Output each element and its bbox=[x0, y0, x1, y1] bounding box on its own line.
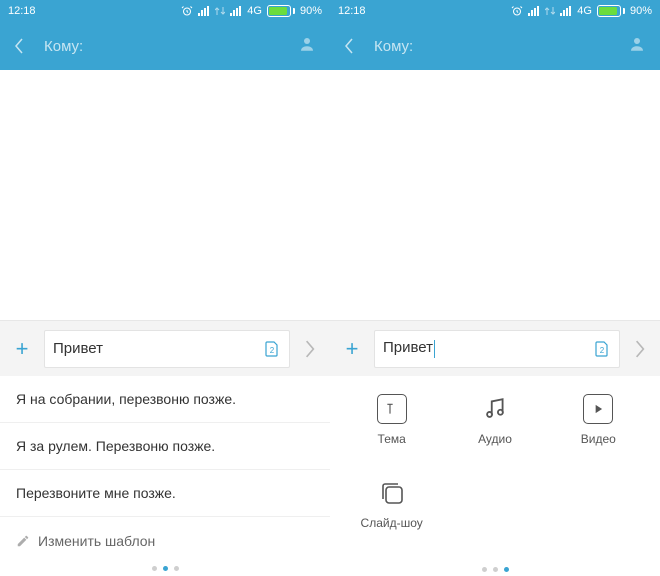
compose-header: Кому: bbox=[330, 22, 660, 70]
send-button[interactable] bbox=[630, 340, 650, 358]
add-contact-button[interactable] bbox=[628, 35, 646, 58]
phone-right: 12:18 4G 90% Кому: + Привет 2 bbox=[330, 0, 660, 576]
quick-reply-item[interactable]: Я за рулем. Перезвоню позже. bbox=[0, 423, 330, 470]
recipient-label[interactable]: Кому: bbox=[44, 38, 83, 55]
message-text: Привет bbox=[383, 339, 593, 357]
media-label: Видео bbox=[581, 432, 616, 446]
media-theme-button[interactable]: Тема bbox=[340, 394, 443, 478]
network-label: 4G bbox=[577, 5, 592, 17]
status-time: 12:18 bbox=[338, 5, 366, 17]
compose-bar: + Привет 2 bbox=[0, 320, 330, 376]
video-icon bbox=[583, 394, 613, 424]
media-label: Аудио bbox=[478, 432, 512, 446]
sim-select-icon[interactable]: 2 bbox=[593, 340, 611, 358]
back-button[interactable] bbox=[344, 38, 364, 54]
theme-icon bbox=[377, 394, 407, 424]
status-bar: 12:18 4G 90% bbox=[330, 0, 660, 22]
signal-icon-2 bbox=[230, 6, 242, 16]
recipient-label[interactable]: Кому: bbox=[374, 38, 413, 55]
media-audio-button[interactable]: Аудио bbox=[443, 394, 546, 478]
page-dot[interactable] bbox=[504, 567, 509, 572]
back-button[interactable] bbox=[14, 38, 34, 54]
phone-left: 12:18 4G 90% Кому: + Привет 2 bbox=[0, 0, 330, 576]
alarm-icon bbox=[511, 5, 523, 17]
compose-header: Кому: bbox=[0, 22, 330, 70]
conversation-area bbox=[330, 70, 660, 320]
page-dot[interactable] bbox=[493, 567, 498, 572]
quick-reply-item[interactable]: Я на собрании, перезвоню позже. bbox=[0, 376, 330, 423]
signal-icon bbox=[528, 6, 540, 16]
data-arrows-icon bbox=[215, 6, 225, 16]
audio-icon bbox=[480, 394, 510, 424]
status-time: 12:18 bbox=[8, 5, 36, 17]
battery-pct: 90% bbox=[630, 5, 652, 17]
compose-bar: + Привет 2 bbox=[330, 320, 660, 376]
alarm-icon bbox=[181, 5, 193, 17]
data-arrows-icon bbox=[545, 6, 555, 16]
svg-text:2: 2 bbox=[270, 346, 275, 355]
signal-icon-2 bbox=[560, 6, 572, 16]
message-input[interactable]: Привет 2 bbox=[44, 330, 290, 368]
page-dot[interactable] bbox=[482, 567, 487, 572]
page-dot[interactable] bbox=[152, 566, 157, 571]
page-dot[interactable] bbox=[163, 566, 168, 571]
svg-text:2: 2 bbox=[600, 346, 605, 355]
quick-reply-panel: Я на собрании, перезвоню позже. Я за рул… bbox=[0, 376, 330, 576]
attach-button[interactable]: + bbox=[10, 336, 34, 362]
signal-icon bbox=[198, 6, 210, 16]
sim-select-icon[interactable]: 2 bbox=[263, 340, 281, 358]
message-text: Привет bbox=[53, 340, 263, 357]
status-bar: 12:18 4G 90% bbox=[0, 0, 330, 22]
message-input[interactable]: Привет 2 bbox=[374, 330, 620, 368]
media-slideshow-button[interactable]: Слайд-шоу bbox=[340, 478, 443, 562]
conversation-area bbox=[0, 70, 330, 320]
send-button[interactable] bbox=[300, 340, 320, 358]
text-cursor bbox=[434, 340, 435, 358]
add-contact-button[interactable] bbox=[298, 35, 316, 58]
pencil-icon bbox=[16, 534, 30, 548]
quick-reply-item[interactable]: Перезвоните мне позже. bbox=[0, 470, 330, 517]
battery-pct: 90% bbox=[300, 5, 322, 17]
media-label: Слайд-шоу bbox=[361, 516, 423, 530]
page-dots bbox=[330, 562, 660, 576]
slideshow-icon bbox=[377, 478, 407, 508]
attach-button[interactable]: + bbox=[340, 336, 364, 362]
media-video-button[interactable]: Видео bbox=[547, 394, 650, 478]
page-dot[interactable] bbox=[174, 566, 179, 571]
network-label: 4G bbox=[247, 5, 262, 17]
battery-icon bbox=[597, 5, 625, 17]
media-label: Тема bbox=[378, 432, 406, 446]
media-panel: Тема Аудио Видео Слайд-шоу bbox=[330, 376, 660, 576]
battery-icon bbox=[267, 5, 295, 17]
page-dots bbox=[0, 560, 330, 576]
edit-templates-label: Изменить шаблон bbox=[38, 533, 155, 549]
edit-templates-button[interactable]: Изменить шаблон bbox=[0, 517, 330, 560]
